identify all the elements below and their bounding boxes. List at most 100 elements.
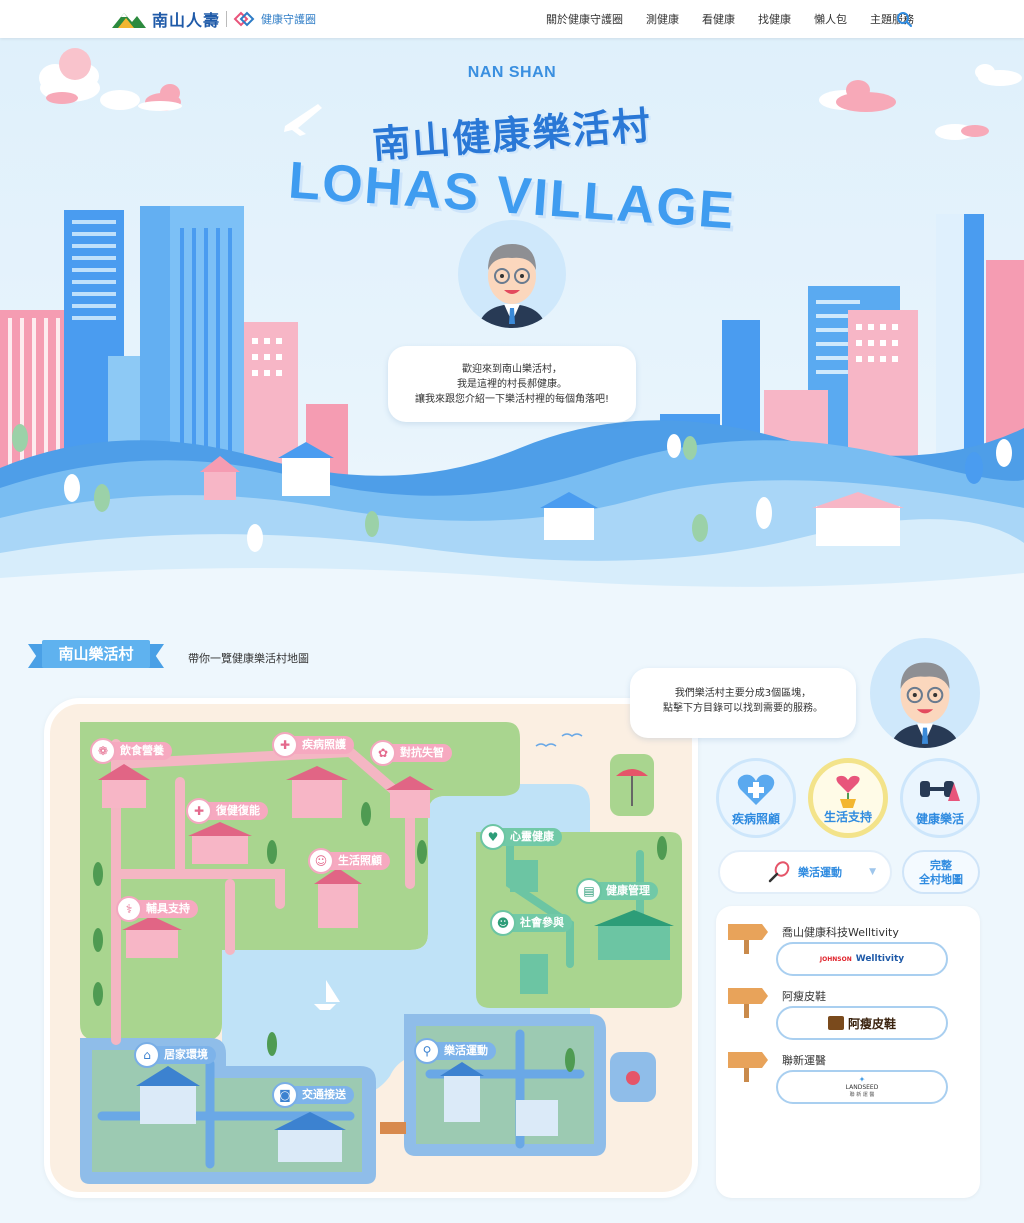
hospital-bed-icon: ✚: [272, 732, 298, 758]
pin-label: 對抗失智: [390, 744, 452, 762]
welcome-line-2: 我是這裡的村長郝健康。: [457, 379, 567, 390]
menu-item-find[interactable]: 找健康: [758, 11, 791, 27]
category-label: 生活支持: [823, 810, 872, 824]
welcome-line-3: 讓我來跟您介紹一下樂活村裡的每個角落吧!: [414, 394, 609, 405]
partner-name: 喬山健康科技Welltivity: [782, 926, 899, 939]
heart-cross-icon: [737, 774, 775, 805]
top-nav: 南山人壽 健康守護圈 關於健康守護圈 測健康 看健康 找健康 懶人包 主題服務: [0, 0, 1024, 38]
brand-name: 南山人壽: [152, 11, 221, 30]
subcategory-value: 樂活運動: [798, 866, 842, 879]
partner-list: 喬山健康科技Welltivity JOHNSON Welltivity 阿瘦皮鞋…: [716, 906, 980, 1198]
subcategory-select[interactable]: 樂活運動 ▼: [718, 850, 892, 894]
people-icon: ☻: [490, 910, 516, 936]
pin-label: 疾病照護: [292, 736, 354, 754]
pin-home-environment[interactable]: ⌂ 居家環境: [134, 1042, 216, 1068]
logo-text: 阿瘦皮鞋: [847, 1016, 896, 1031]
pin-label: 健康管理: [596, 882, 658, 900]
dumbbell-icon: [920, 781, 960, 801]
racket-icon: [768, 861, 790, 883]
pin-label: 輔具支持: [136, 900, 198, 918]
section-description: 帶你一覽健康樂活村地圖: [188, 652, 309, 665]
logo-text: LANDSEED: [845, 1083, 879, 1091]
partner-name: 聯新運醫: [782, 1054, 826, 1067]
chevron-down-icon: ▼: [869, 867, 876, 877]
pin-label: 飲食營養: [110, 742, 172, 760]
chief-welcome-bubble: 歡迎來到南山樂活村， 我是這裡的村長郝健康。 讓我來跟您介紹一下樂活村裡的每個角…: [388, 346, 636, 422]
signpost-icon: [728, 988, 768, 1018]
shoe-logo-icon: [827, 1016, 844, 1030]
guide-line-1: 我們樂活村主要分成3個區塊，: [674, 688, 812, 699]
pin-assistive-devices[interactable]: ⚕ 輔具支持: [116, 896, 198, 922]
menu-item-test[interactable]: 測健康: [646, 11, 679, 27]
brand-logo[interactable]: 南山人壽 健康守護圈: [112, 8, 316, 30]
partner-name: 阿瘦皮鞋: [782, 990, 826, 1003]
section-ribbon: 南山樂活村: [28, 640, 164, 670]
chief-face-icon: [478, 244, 546, 328]
chief-guide-bubble: 我們樂活村主要分成3個區塊， 點擊下方目錄可以找到需要的服務。: [630, 668, 856, 738]
village-chief-avatar-small: [870, 638, 980, 748]
logo-subtext: 聯 新 運 醫: [849, 1091, 875, 1098]
pin-label: 居家環境: [154, 1046, 216, 1064]
partner-logo-landseed[interactable]: ✦ LANDSEED 聯 新 運 醫: [776, 1070, 948, 1104]
landseed-icon: ✦: [858, 1074, 866, 1084]
pin-social-participation[interactable]: ☻ 社會參與: [490, 910, 572, 936]
category-label: 健康樂活: [915, 812, 964, 826]
menu-item-about[interactable]: 關於健康守護圈: [546, 11, 623, 27]
signpost-icon: [728, 1052, 768, 1082]
pin-fight-dementia[interactable]: ✿ 對抗失智: [370, 740, 452, 766]
flower-pot-icon: [836, 775, 860, 808]
village-map-illustration: [80, 722, 682, 1184]
pin-label: 心靈健康: [500, 828, 562, 846]
full-map-button[interactable]: 完整 全村地圖: [902, 850, 980, 894]
crutch-icon: ⚕: [116, 896, 142, 922]
car-icon: ◙: [272, 1082, 298, 1108]
category-healthy-lohas[interactable]: 健康樂活: [900, 758, 980, 838]
welcome-line-1: 歡迎來到南山樂活村，: [462, 364, 562, 375]
clipboard-icon: ▤: [576, 878, 602, 904]
pin-disease-care[interactable]: ✚ 疾病照護: [272, 732, 354, 758]
village-map: ❁ 飲食營養 ✚ 疾病照護 ✿ 對抗失智 ✚ 復健復能 ☺ 生活照顧 ⚕ 輔具支…: [44, 698, 698, 1198]
salad-icon: ❁: [90, 738, 116, 764]
circle-logo-icon: [233, 11, 255, 27]
search-icon[interactable]: [896, 11, 912, 27]
pin-transport[interactable]: ◙ 交通接送: [272, 1082, 354, 1108]
category-disease-care[interactable]: 疾病照顧: [716, 758, 796, 838]
pin-label: 交通接送: [292, 1086, 354, 1104]
heart-hands-icon: ♥: [480, 824, 506, 850]
partner-logo-asoshoes[interactable]: 阿瘦皮鞋: [776, 1006, 948, 1040]
category-label: 疾病照顧: [731, 812, 780, 826]
pin-lohas-sports[interactable]: ⚲ 樂活運動: [414, 1038, 496, 1064]
pin-diet-nutrition[interactable]: ❁ 飲食營養: [90, 738, 172, 764]
medical-cross-icon: ✚: [186, 798, 212, 824]
category-life-support[interactable]: 生活支持: [808, 758, 888, 838]
pin-health-management[interactable]: ▤ 健康管理: [576, 878, 658, 904]
racket-icon: ⚲: [414, 1038, 440, 1064]
menu-item-read[interactable]: 看健康: [702, 11, 735, 27]
menu-item-guide[interactable]: 懶人包: [814, 11, 847, 27]
pin-mental-health[interactable]: ♥ 心靈健康: [480, 824, 562, 850]
full-map-line-1: 完整: [930, 859, 952, 872]
mountain-logo-icon: [112, 13, 146, 28]
hero-banner: NAN SHAN 南山健康樂活村 LOHAS VILLAGE 歡迎來到南山樂活村…: [0, 38, 1024, 588]
guide-line-2: 點擊下方目錄可以找到需要的服務。: [663, 703, 823, 714]
brain-icon: ✿: [370, 740, 396, 766]
pin-label: 社會參與: [510, 914, 572, 932]
pin-rehab[interactable]: ✚ 復健復能: [186, 798, 268, 824]
pin-life-care[interactable]: ☺ 生活照顧: [308, 848, 390, 874]
pin-label: 生活照顧: [328, 852, 390, 870]
house-icon: ⌂: [134, 1042, 160, 1068]
pin-label: 樂活運動: [434, 1042, 496, 1060]
chief-face-icon: [890, 662, 960, 748]
village-chief-avatar: [458, 220, 566, 328]
brand-sub: 健康守護圈: [261, 13, 317, 26]
logo-divider: [226, 11, 228, 27]
full-map-line-2: 全村地圖: [919, 873, 963, 886]
pin-label: 復健復能: [206, 802, 268, 820]
logo-text: Welltivity: [855, 954, 905, 964]
main-menu: 關於健康守護圈 測健康 看健康 找健康 懶人包 主題服務: [546, 0, 914, 38]
partner-logo-welltivity[interactable]: JOHNSON Welltivity: [776, 942, 948, 976]
logo-prefix: JOHNSON: [819, 955, 852, 963]
section-title: 南山樂活村: [42, 640, 150, 668]
signpost-icon: [728, 924, 768, 954]
caregiver-icon: ☺: [308, 848, 334, 874]
